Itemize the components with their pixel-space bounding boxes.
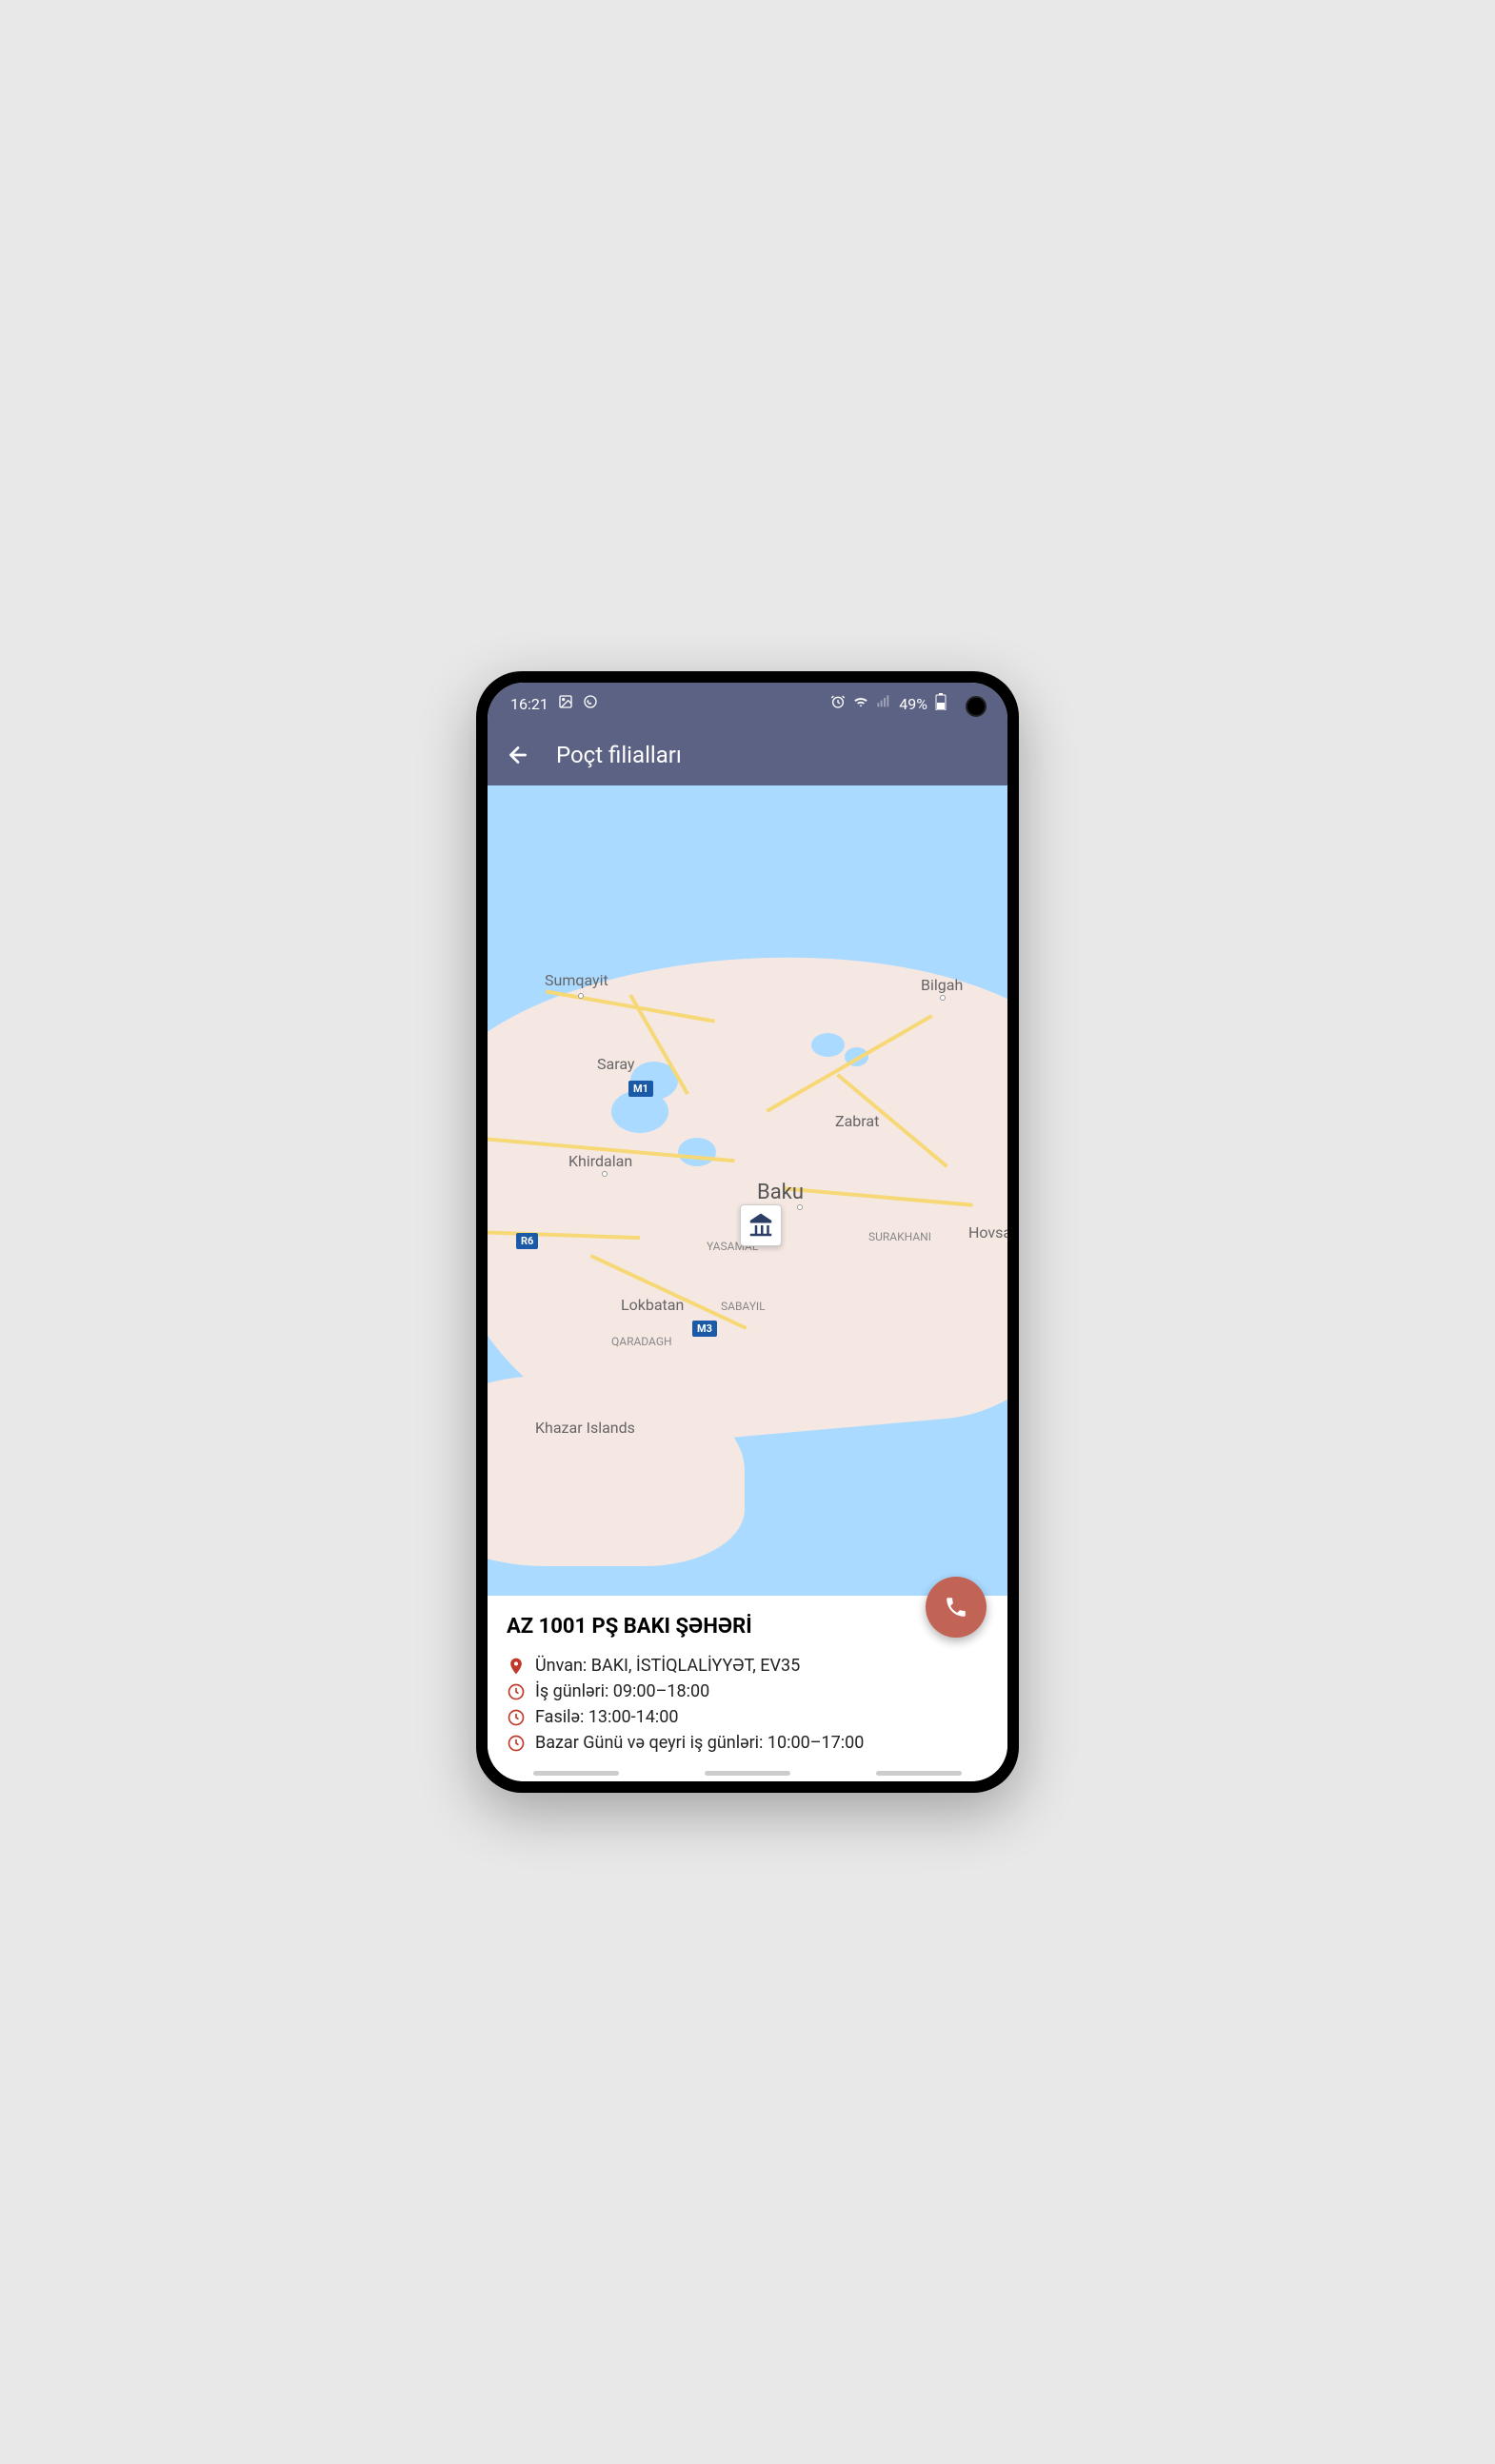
branch-title: AZ 1001 PŞ BAKI ŞƏHƏRİ (507, 1615, 988, 1639)
workdays-text: İş günləri: 09:00–18:00 (535, 1681, 709, 1701)
wifi-icon (853, 694, 868, 713)
map[interactable]: Sumqayit Bilgah Saray Zabrat Khirdalan B… (488, 785, 1007, 1596)
nav-recent[interactable] (533, 1771, 619, 1776)
sunday-text: Bazar Günü və qeyri iş günləri: 10:00–17… (535, 1733, 864, 1753)
status-bar: 16:21 49% (488, 683, 1007, 725)
map-label-sabayil: SABAYIL (721, 1300, 766, 1313)
road-badge-m3: M3 (692, 1321, 717, 1337)
camera-cutout (966, 696, 987, 717)
map-label-bilgah: Bilgah (921, 976, 963, 994)
page-title: Poçt filialları (556, 742, 682, 768)
nav-home[interactable] (705, 1771, 790, 1776)
app-bar: Poçt filialları (488, 725, 1007, 785)
address-text: Ünvan: BAKI, İSTİQLALİYYƏT, EV35 (535, 1656, 800, 1676)
phone-frame: 16:21 49% (476, 671, 1019, 1793)
branch-marker[interactable] (740, 1204, 782, 1246)
whatsapp-icon (583, 694, 598, 713)
clock-icon (507, 1708, 526, 1727)
clock-icon (507, 1682, 526, 1701)
city-dot (797, 1204, 803, 1210)
branch-info-card: AZ 1001 PŞ BAKI ŞƏHƏRİ Ünvan: BAKI, İSTİ… (488, 1596, 1007, 1781)
clock-icon (507, 1734, 526, 1753)
location-icon (507, 1657, 526, 1676)
map-label-qaradagh: QARADAGH (611, 1335, 672, 1348)
city-dot (940, 995, 946, 1001)
back-button[interactable] (503, 740, 533, 770)
break-row: Fasilə: 13:00-14:00 (507, 1707, 988, 1727)
map-label-khazar: Khazar Islands (535, 1419, 635, 1437)
map-label-surakhani: SURAKHANI (868, 1230, 931, 1243)
battery-icon (935, 693, 947, 714)
battery-percent: 49% (899, 695, 927, 713)
phone-screen: 16:21 49% (488, 683, 1007, 1781)
map-label-saray: Saray (597, 1055, 634, 1073)
android-nav-bar (533, 1771, 962, 1776)
image-icon (558, 694, 573, 713)
road-badge-r6: R6 (516, 1233, 538, 1249)
workdays-row: İş günləri: 09:00–18:00 (507, 1681, 988, 1701)
sunday-row: Bazar Günü və qeyri iş günləri: 10:00–17… (507, 1733, 988, 1753)
nav-back[interactable] (876, 1771, 962, 1776)
map-label-sumqayit: Sumqayit (545, 971, 608, 989)
call-button[interactable] (926, 1577, 987, 1638)
signal-icon (876, 694, 891, 713)
map-label-baku: Baku (757, 1181, 804, 1204)
alarm-icon (830, 694, 846, 713)
map-label-lokbatan: Lokbatan (621, 1296, 684, 1314)
map-label-khirdalan: Khirdalan (568, 1152, 632, 1170)
map-label-zabrat: Zabrat (835, 1112, 879, 1130)
address-row: Ünvan: BAKI, İSTİQLALİYYƏT, EV35 (507, 1656, 988, 1676)
break-text: Fasilə: 13:00-14:00 (535, 1707, 678, 1727)
status-time: 16:21 (510, 695, 548, 713)
road-badge-m1: M1 (628, 1081, 653, 1097)
city-dot (578, 993, 584, 999)
city-dot (602, 1171, 608, 1177)
map-label-hovsa: Hovsa (968, 1223, 1007, 1242)
